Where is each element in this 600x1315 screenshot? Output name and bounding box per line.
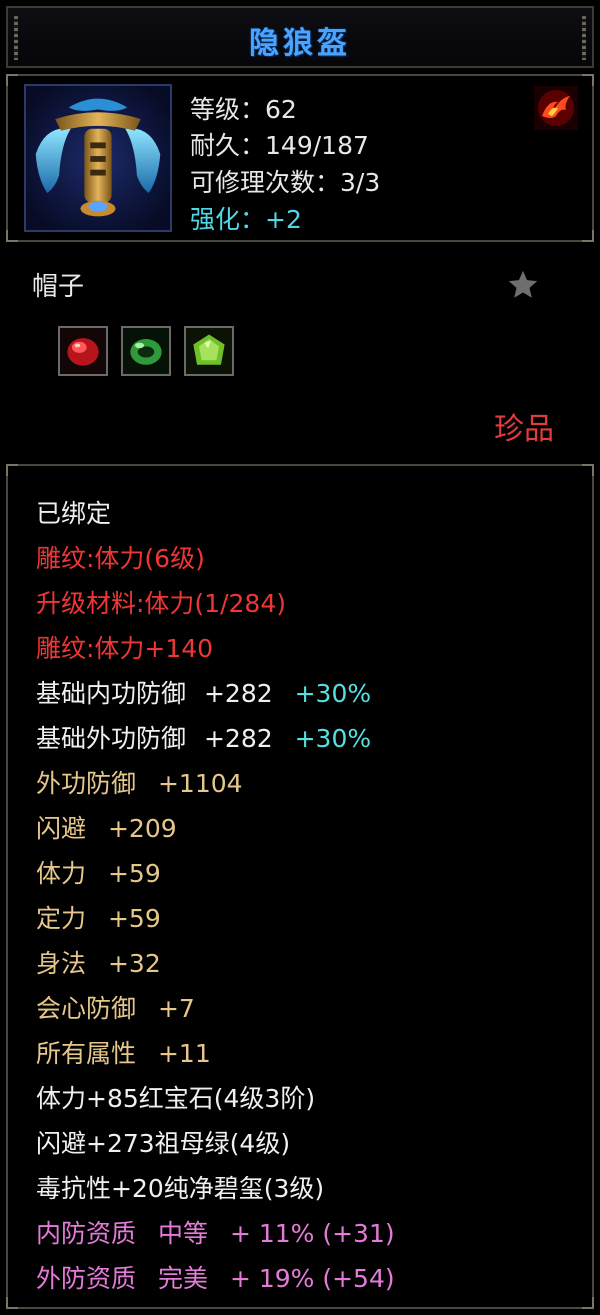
upgrade-material-line: 升级材料:体力(1/284)	[36, 589, 286, 618]
item-quality: 珍品	[494, 412, 554, 447]
stat-value: +59	[107, 859, 161, 888]
frame-corner	[582, 1297, 594, 1309]
stat-value: +11	[157, 1039, 211, 1068]
quality-value: + 11% (+31)	[229, 1219, 395, 1248]
stat-label: 基础内功防御	[36, 679, 187, 708]
stat-label: 外功防御	[36, 769, 137, 798]
separator: ：	[240, 95, 266, 124]
bound-status: 已绑定	[36, 499, 112, 528]
crit-def-line: 会心防御 +7	[36, 989, 195, 1025]
stat-value: +7	[157, 994, 195, 1023]
star-icon[interactable]	[506, 268, 540, 302]
ruby-gem-icon[interactable]	[58, 326, 108, 376]
durability-value: 149/187	[265, 131, 369, 160]
separator: ：	[240, 205, 266, 234]
item-header: 等级：62 耐久：149/187 可修理次数：3/3 强化：+2	[6, 74, 594, 242]
quality-label: 内防资质	[36, 1219, 137, 1248]
stat-label: 基础外功防御	[36, 724, 187, 753]
durability-label: 耐久	[190, 131, 241, 160]
quality-grade: 完美	[157, 1264, 208, 1293]
stat-value: +282	[203, 679, 273, 708]
repair-count-stat: 可修理次数：3/3	[190, 163, 380, 199]
focus-line: 定力 +59	[36, 899, 161, 935]
frame-corner	[6, 464, 18, 476]
stat-bonus: +30%	[294, 679, 372, 708]
enhance-value: +2	[265, 205, 302, 234]
quality-value: + 19% (+54)	[229, 1264, 395, 1293]
enhance-stat: 强化：+2	[190, 200, 302, 236]
quality-grade: 中等	[157, 1219, 208, 1248]
dodge-line: 闪避 +209	[36, 809, 177, 845]
stat-value: +209	[107, 814, 177, 843]
level-value: 62	[265, 95, 297, 124]
winged-helmet-icon[interactable]	[24, 84, 172, 232]
jade-gem-icon[interactable]	[184, 326, 234, 376]
attribute-box: 已绑定 雕纹:体力(6级) 升级材料:体力(1/284) 雕纹:体力+140 基…	[6, 464, 594, 1309]
stat-value: +59	[107, 904, 161, 933]
separator: ：	[315, 168, 341, 197]
stat-label: 闪避	[36, 814, 87, 843]
stat-label: 所有属性	[36, 1039, 137, 1068]
item-tooltip-panel: 隐狼盔 等级：62 耐久：149/187 可修理次数：3/3 强化：+2 帽子 …	[0, 0, 600, 1315]
item-name: 隐狼盔	[249, 26, 351, 61]
stat-bonus: +30%	[294, 724, 372, 753]
durability-stat: 耐久：149/187	[190, 126, 369, 162]
base-inner-def-line: 基础内功防御 +282 +30%	[36, 674, 371, 710]
gem-bonus-line: 毒抗性+20纯净碧玺(3级)	[36, 1174, 325, 1203]
stat-value: +282	[203, 724, 273, 753]
level-stat: 等级：62	[190, 90, 297, 126]
engrave-bonus-line: 雕纹:体力+140	[36, 634, 214, 663]
gem-bonus-line: 闪避+273祖母绿(4级)	[36, 1129, 291, 1158]
outer-def-line: 外功防御 +1104	[36, 764, 243, 800]
fire-phoenix-icon	[534, 86, 578, 130]
outer-quality-line: 外防资质 完美 + 19% (+54)	[36, 1259, 395, 1295]
all-attr-line: 所有属性 +11	[36, 1034, 211, 1070]
frame-corner	[582, 230, 594, 242]
stat-label: 体力	[36, 859, 87, 888]
separator: ：	[240, 131, 266, 160]
inner-quality-line: 内防资质 中等 + 11% (+31)	[36, 1214, 395, 1250]
stat-value: +32	[107, 949, 161, 978]
level-label: 等级	[190, 95, 241, 124]
repair-value: 3/3	[340, 168, 381, 197]
frame-corner	[6, 1297, 18, 1309]
repair-label: 可修理次数	[190, 168, 316, 197]
gem-bonus-line: 体力+85红宝石(4级3阶)	[36, 1084, 316, 1113]
emerald-ring-icon[interactable]	[121, 326, 171, 376]
title-bar: 隐狼盔	[6, 6, 594, 68]
engrave-line: 雕纹:体力(6级)	[36, 544, 205, 573]
frame-corner	[6, 230, 18, 242]
frame-corner	[582, 464, 594, 476]
stamina-line: 体力 +59	[36, 854, 161, 890]
quality-label: 外防资质	[36, 1264, 137, 1293]
enhance-label: 强化	[190, 205, 241, 234]
stat-label: 定力	[36, 904, 87, 933]
frame-corner	[6, 74, 18, 86]
stat-label: 身法	[36, 949, 87, 978]
base-outer-def-line: 基础外功防御 +282 +30%	[36, 719, 371, 755]
stat-label: 会心防御	[36, 994, 137, 1023]
agility-line: 身法 +32	[36, 944, 161, 980]
item-type: 帽子	[32, 272, 85, 302]
frame-corner	[582, 74, 594, 86]
stat-value: +1104	[157, 769, 243, 798]
